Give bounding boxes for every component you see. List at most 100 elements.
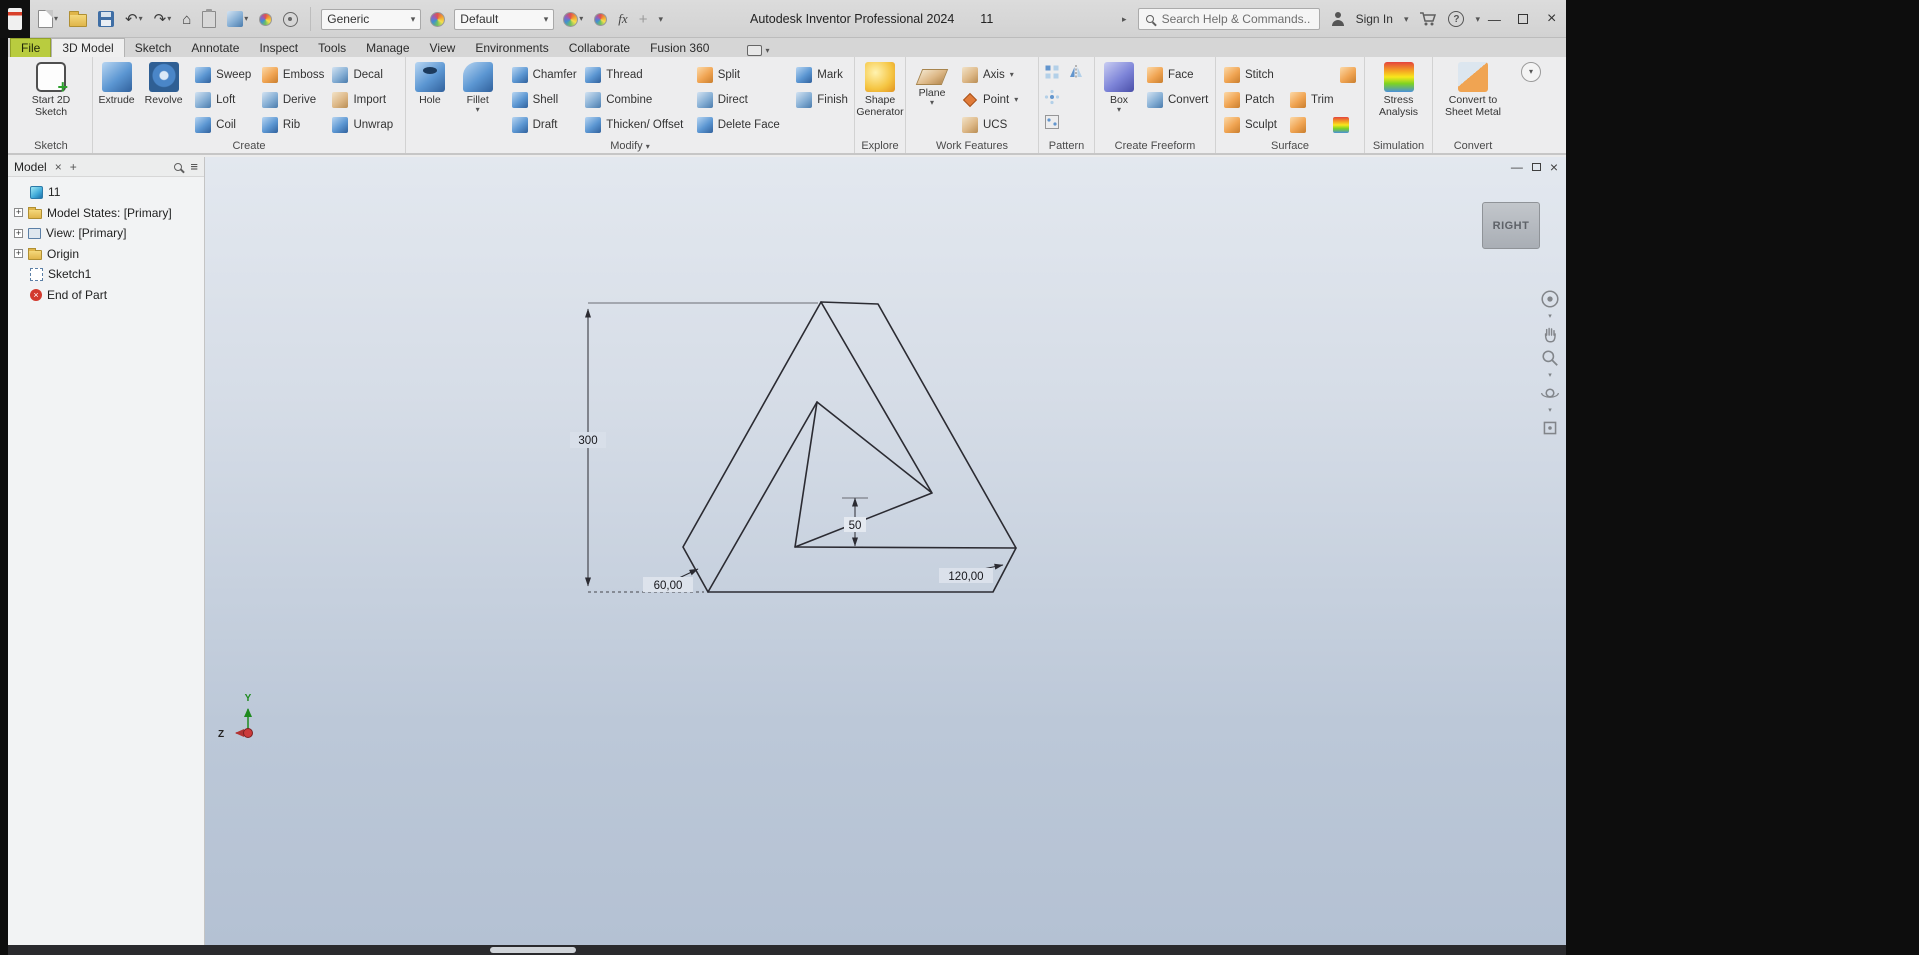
tab-environments[interactable]: Environments [465, 39, 558, 57]
sculpt-button[interactable]: Sculpt [1220, 112, 1286, 137]
start-2d-sketch-button[interactable]: Start 2D Sketch [20, 59, 82, 137]
tree-item-end-of-part[interactable]: End of Part [12, 285, 204, 306]
group-label-explore[interactable]: Explore [855, 140, 905, 152]
plane-button[interactable]: Plane ▾ [906, 59, 958, 137]
direct-button[interactable]: Direct [693, 87, 793, 112]
new-file-button[interactable]: ▾ [36, 8, 60, 30]
group-label-work-features[interactable]: Work Features [906, 140, 1038, 152]
group-label-simulation[interactable]: Simulation [1365, 140, 1432, 152]
ribbon-options-button[interactable]: ▾ [1521, 62, 1541, 82]
sweep-button[interactable]: Sweep [191, 62, 258, 87]
chevron-right-icon[interactable]: ▸ [1122, 14, 1127, 25]
dim-bar-width[interactable]: 50 [849, 520, 862, 532]
extrude-button[interactable]: Extrude [93, 59, 140, 137]
expand-plus-icon[interactable]: + [14, 208, 23, 218]
dim-overall-height[interactable]: 300 [578, 435, 597, 447]
unwrap-button[interactable]: Unwrap [328, 112, 405, 137]
dim-angle-right[interactable]: 120,00 [948, 571, 983, 583]
qat-customize-button[interactable]: ▾ [656, 12, 665, 27]
group-label-surface[interactable]: Surface [1216, 140, 1364, 152]
parameters-button[interactable]: fx [616, 9, 629, 29]
minimize-button[interactable]: — [1483, 12, 1505, 27]
rib-button[interactable]: Rib [258, 112, 329, 137]
tab-fusion-360[interactable]: Fusion 360 [640, 39, 719, 57]
tab-view[interactable]: View [420, 39, 466, 57]
redo-button[interactable]: ↷ ▾ [152, 10, 174, 29]
tree-item-view[interactable]: + View: [Primary] [12, 223, 204, 244]
trim-button[interactable]: Trim [1286, 87, 1360, 112]
combine-button[interactable]: Combine [581, 87, 693, 112]
clear-appearance-button[interactable] [592, 11, 609, 28]
freeform-face-button[interactable]: Face [1143, 62, 1213, 87]
thread-button[interactable]: Thread [581, 62, 693, 87]
help-button[interactable]: ? [1448, 11, 1465, 27]
ribbon-display-button[interactable]: ▾ [743, 44, 773, 57]
home-button[interactable]: ⌂ [180, 10, 193, 29]
shell-button[interactable]: Shell [508, 87, 582, 112]
axis-button[interactable]: Axis ▾ [958, 62, 1036, 87]
tab-file[interactable]: File [10, 38, 52, 57]
chamfer-button[interactable]: Chamfer [508, 62, 582, 87]
penrose-triangle-sketch[interactable] [682, 301, 1017, 593]
look-at-icon[interactable] [1540, 418, 1560, 438]
sketch-driven-pattern-button[interactable] [1044, 114, 1060, 130]
patch-button[interactable]: Patch [1220, 87, 1286, 112]
ruled-surface-button[interactable] [1286, 62, 1360, 87]
tree-item-origin[interactable]: + Origin [12, 244, 204, 265]
browser-tab-model[interactable]: Model [14, 160, 47, 174]
appearance-select[interactable]: Default ▾ [454, 8, 555, 30]
stitch-button[interactable]: Stitch [1220, 62, 1286, 87]
thicken-offset-button[interactable]: Thicken/ Offset [581, 112, 693, 137]
save-button[interactable] [96, 9, 116, 29]
point-button[interactable]: Point ▾ [958, 87, 1036, 112]
horizontal-scrollbar-thumb[interactable] [490, 947, 576, 953]
tab-inspect[interactable]: Inspect [249, 39, 308, 57]
chevron-down-icon[interactable]: ▾ [1404, 14, 1409, 25]
close-icon[interactable]: × [55, 160, 62, 174]
fillet-button[interactable]: Fillet ▾ [454, 59, 502, 137]
split-button[interactable]: Split [693, 62, 793, 87]
expand-plus-icon[interactable]: + [14, 228, 23, 238]
tab-collaborate[interactable]: Collaborate [559, 39, 640, 57]
tree-item-model-states[interactable]: + Model States: [Primary] [12, 203, 204, 224]
sketch-view-button[interactable]: ▾ [225, 9, 250, 29]
material-sphere-button[interactable] [428, 10, 447, 29]
app-logo-button[interactable] [0, 0, 30, 38]
undo-button[interactable]: ↶ ▾ [123, 10, 145, 29]
convert-to-sheet-metal-button[interactable]: Convert to Sheet Metal [1435, 59, 1511, 137]
appearance-adjust-button[interactable] [257, 11, 274, 28]
tab-3d-model[interactable]: 3D Model [51, 38, 125, 57]
shape-generator-button[interactable]: Shape Generator [855, 59, 905, 137]
doc-minimize-button[interactable]: — [1511, 160, 1523, 174]
tab-annotate[interactable]: Annotate [181, 39, 249, 57]
material-select[interactable]: Generic ▾ [321, 8, 422, 30]
group-label-create[interactable]: Create [93, 140, 405, 152]
tab-tools[interactable]: Tools [308, 39, 356, 57]
tree-item-sketch1[interactable]: Sketch1 [12, 264, 204, 285]
select-button[interactable] [281, 10, 300, 29]
emboss-button[interactable]: Emboss [258, 62, 329, 87]
browser-search-icon[interactable] [174, 162, 183, 171]
store-cart-icon[interactable] [1419, 11, 1437, 27]
import-button[interactable]: Import [328, 87, 405, 112]
viewcube[interactable]: RIGHT [1482, 202, 1540, 249]
full-navigation-wheel-icon[interactable] [1540, 289, 1560, 309]
sketch-canvas[interactable]: 300 50 60,00 120,00 Y Z [205, 157, 1566, 945]
group-label-convert[interactable]: Convert [1433, 140, 1513, 152]
chevron-down-icon[interactable]: ▾ [1548, 313, 1552, 320]
stress-analysis-button[interactable]: Stress Analysis [1371, 59, 1427, 137]
sign-in-button[interactable]: Sign In [1356, 12, 1393, 26]
delete-face-button[interactable]: Delete Face [693, 112, 793, 137]
group-label-pattern[interactable]: Pattern [1039, 140, 1094, 152]
freeform-convert-button[interactable]: Convert [1143, 87, 1213, 112]
draft-button[interactable]: Draft [508, 112, 582, 137]
loft-button[interactable]: Loft [191, 87, 258, 112]
chevron-down-icon[interactable]: ▾ [1548, 407, 1552, 414]
sketch-dimensions[interactable]: 300 50 60,00 120,00 [570, 302, 1004, 593]
mirror-button[interactable] [1068, 64, 1084, 80]
circular-pattern-button[interactable] [1044, 89, 1060, 105]
tab-manage[interactable]: Manage [356, 39, 419, 57]
dim-angle-left[interactable]: 60,00 [654, 580, 683, 592]
mark-button[interactable]: Mark [792, 62, 854, 87]
open-button[interactable] [67, 9, 89, 29]
